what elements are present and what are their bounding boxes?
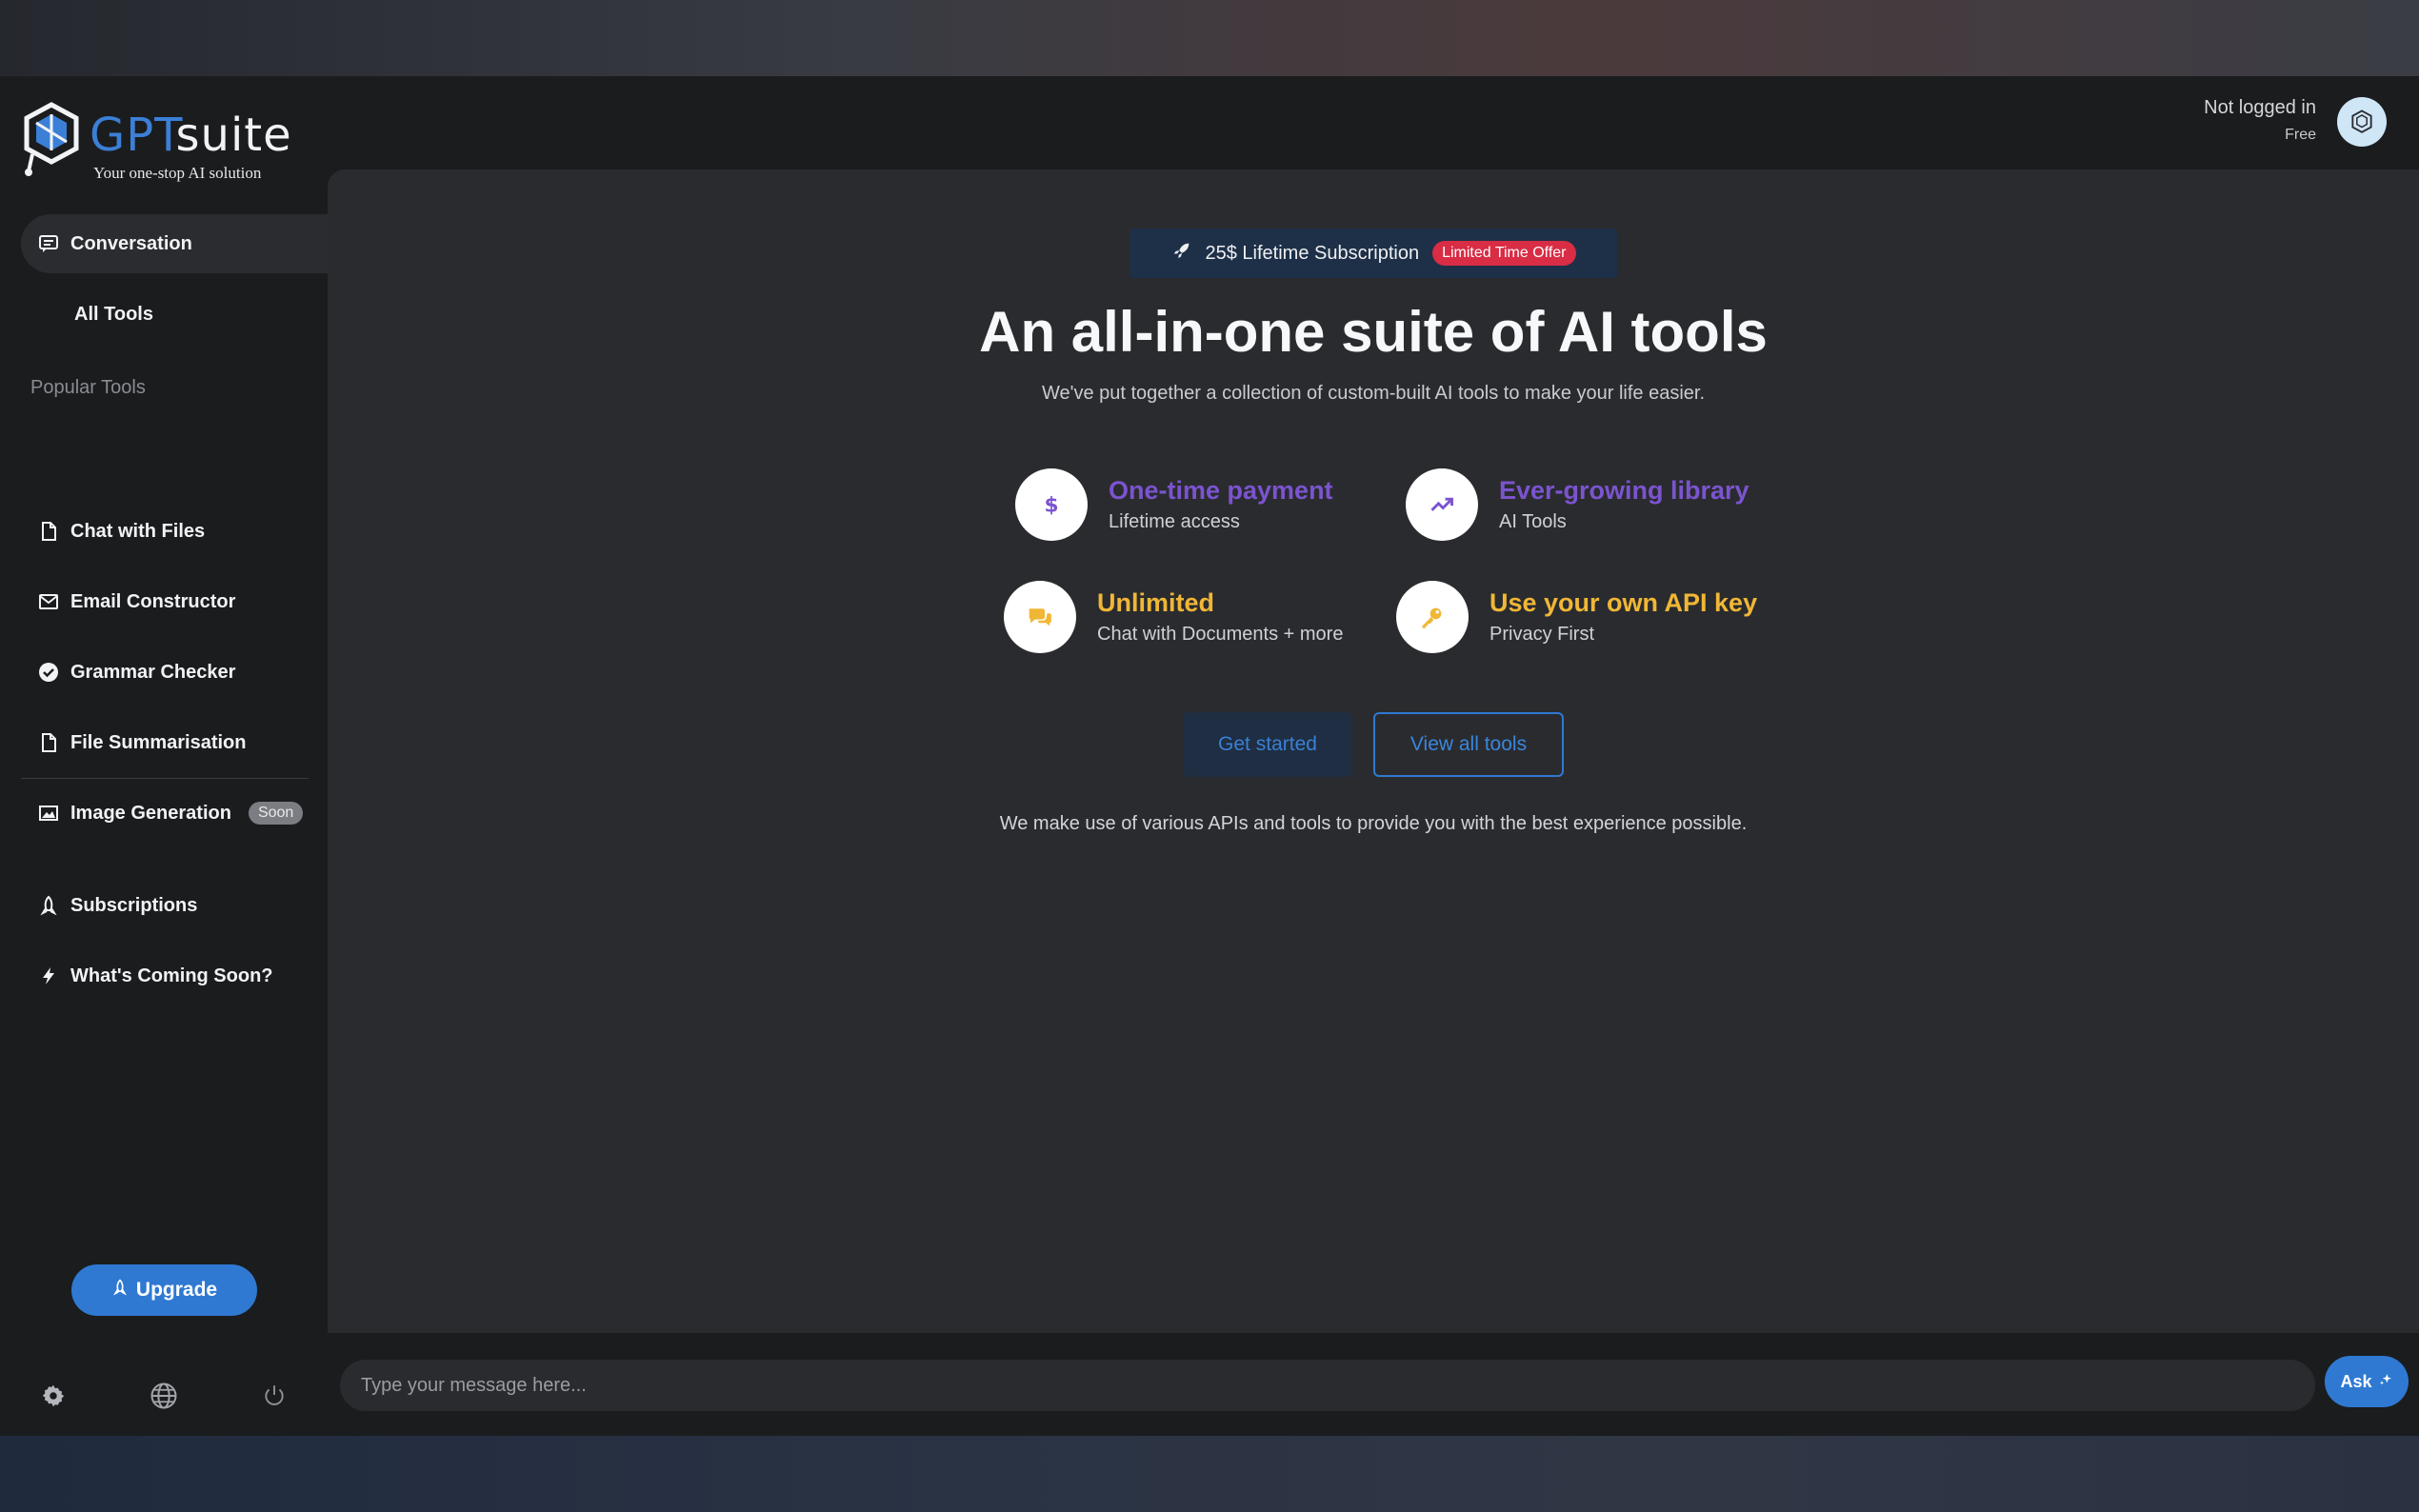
avatar[interactable] <box>2337 97 2387 147</box>
view-all-tools-button[interactable]: View all tools <box>1373 712 1564 777</box>
rocket-icon <box>111 1279 129 1302</box>
user-status-text: Not logged in <box>2204 97 2316 118</box>
sparkles-icon <box>2378 1372 2393 1392</box>
rocket-icon <box>1171 240 1192 267</box>
sidebar-item-label: Subscriptions <box>70 894 198 916</box>
browser-backdrop-top <box>0 0 2419 76</box>
upgrade-label: Upgrade <box>135 1279 218 1301</box>
image-icon <box>38 803 59 824</box>
sidebar-item-label: What's Coming Soon? <box>70 965 273 986</box>
chat-bubbles-icon <box>1004 581 1076 653</box>
sidebar-item-email-constructor[interactable]: Email Constructor <box>21 572 235 631</box>
user-plan: Free <box>2285 127 2316 143</box>
file-icon <box>38 732 59 753</box>
upgrade-button[interactable]: Upgrade <box>71 1264 257 1316</box>
nav-conversation[interactable]: Conversation <box>21 214 328 273</box>
sidebar-item-grammar-checker[interactable]: Grammar Checker <box>21 643 235 702</box>
page-title: An all-in-one suite of AI tools <box>979 300 1768 364</box>
key-icon <box>1396 581 1469 653</box>
feature-subtitle: Chat with Documents + more <box>1097 624 1344 645</box>
logo-icon <box>2351 109 2372 133</box>
chat-icon <box>38 233 59 254</box>
feature-title: Ever-growing library <box>1499 476 1749 505</box>
file-icon <box>38 521 59 542</box>
rocket-icon <box>38 895 59 916</box>
get-started-button[interactable]: Get started <box>1183 712 1352 777</box>
nav-all-tools[interactable]: All Tools <box>21 285 153 344</box>
user-status[interactable]: Not logged in Free <box>2204 97 2316 144</box>
brand-tagline: Your one-stop AI solution <box>93 164 262 182</box>
soon-badge: Soon <box>248 802 304 825</box>
sidebar-item-file-summarisation[interactable]: File Summarisation <box>21 713 247 772</box>
feature-ever-growing-library: Ever-growing library AI Tools <box>1406 468 1749 541</box>
brand[interactable]: GPTsuite Your one-stop AI solution <box>23 101 309 183</box>
sidebar-item-whats-coming-soon[interactable]: What's Coming Soon? <box>21 946 273 1005</box>
main-panel: 25$ Lifetime Subscription Limited Time O… <box>328 169 2419 1333</box>
svg-text:$: $ <box>1044 494 1058 517</box>
sidebar-item-subscriptions[interactable]: Subscriptions <box>21 876 197 935</box>
app-window: GPTsuite Your one-stop AI solution Conve… <box>0 76 2419 1436</box>
feature-subtitle: AI Tools <box>1499 511 1567 532</box>
feature-title: One-time payment <box>1109 476 1333 505</box>
sidebar-item-label: File Summarisation <box>70 731 247 753</box>
sidebar-item-image-generation[interactable]: Image Generation Soon <box>21 784 304 843</box>
sidebar-item-label: Image Generation <box>70 802 231 824</box>
promo-banner[interactable]: 25$ Lifetime Subscription Limited Time O… <box>1130 229 1617 278</box>
browser-backdrop-bottom <box>0 1436 2419 1512</box>
settings-gear-icon[interactable] <box>38 1381 69 1411</box>
feature-own-api-key: Use your own API key Privacy First <box>1396 581 1757 653</box>
check-circle-icon <box>38 662 59 683</box>
nav-conversation-label: Conversation <box>70 232 192 254</box>
ask-button[interactable]: Ask <box>2325 1356 2409 1407</box>
footnote: We make use of various APIs and tools to… <box>999 813 1748 834</box>
mail-icon <box>38 591 59 612</box>
sidebar: GPTsuite Your one-stop AI solution Conve… <box>0 76 328 1436</box>
trending-up-icon <box>1406 468 1478 541</box>
sidebar-item-chat-with-files[interactable]: Chat with Files <box>21 502 205 561</box>
sidebar-item-label: Email Constructor <box>70 590 236 612</box>
logo-icon <box>24 102 79 176</box>
page-subtitle: We've put together a collection of custo… <box>1041 383 1706 404</box>
feature-one-time-payment: $ One-time payment Lifetime access <box>1015 468 1333 541</box>
feature-title: Unlimited <box>1097 588 1215 617</box>
dollar-icon: $ <box>1015 468 1088 541</box>
feature-subtitle: Lifetime access <box>1109 511 1240 532</box>
limited-offer-badge: Limited Time Offer <box>1432 241 1576 266</box>
sidebar-divider <box>21 778 309 779</box>
section-popular-tools: Popular Tools <box>30 377 146 398</box>
feature-unlimited: Unlimited Chat with Documents + more <box>1004 581 1343 653</box>
nav-all-tools-label: All Tools <box>74 303 153 325</box>
feature-title: Use your own API key <box>1489 588 1758 617</box>
promo-text: 25$ Lifetime Subscription <box>1205 242 1420 264</box>
ask-label: Ask <box>2340 1371 2372 1391</box>
sidebar-item-label: Grammar Checker <box>70 661 236 683</box>
power-icon[interactable] <box>259 1381 290 1411</box>
bolt-icon <box>38 965 59 986</box>
message-input[interactable] <box>340 1360 2315 1411</box>
feature-subtitle: Privacy First <box>1489 624 1594 645</box>
brand-name: GPTsuite <box>90 109 292 162</box>
sidebar-item-label: Chat with Files <box>70 520 206 542</box>
language-globe-icon[interactable] <box>149 1381 179 1411</box>
